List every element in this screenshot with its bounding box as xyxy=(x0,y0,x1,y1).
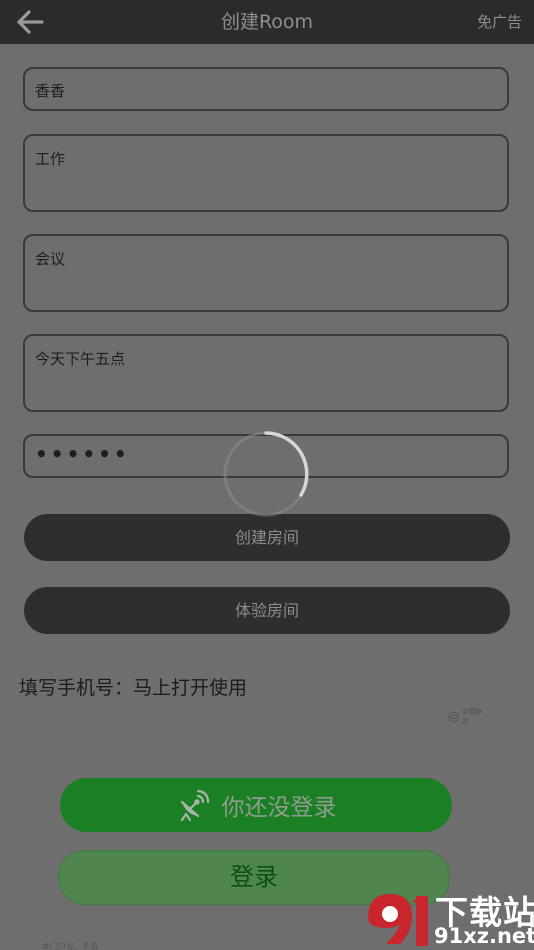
top-bar: 创建Room 免广告 xyxy=(0,0,534,44)
create-room-screen: 创建Room 免广告 香香 工作 会议 今天下午五点 •••••• 创建房间 体… xyxy=(0,0,534,950)
watermark-bottom-text: 91xz.net xyxy=(434,924,534,948)
loading-spinner-icon xyxy=(223,431,309,517)
remove-ads-button[interactable]: 免广告 xyxy=(477,0,522,44)
login-status-label: 你还没登录 xyxy=(221,795,337,821)
footer-text: 本门户号，手游 xyxy=(42,942,98,950)
login-status-button[interactable]: 你还没登录 xyxy=(60,778,452,832)
carrier-logo: 中国移动 xyxy=(448,708,488,726)
phone-hint-text: 填写手机号：马上打开使用 xyxy=(19,677,248,699)
satellite-dish-icon xyxy=(180,789,209,822)
time-field[interactable]: 今天下午五点 xyxy=(23,334,509,412)
carrier-logo-icon xyxy=(448,711,459,723)
topic-field[interactable]: 会议 xyxy=(23,234,509,312)
create-room-button[interactable]: 创建房间 xyxy=(24,514,510,561)
category-field[interactable]: 工作 xyxy=(23,134,509,212)
carrier-logo-text: 中国移动 xyxy=(461,708,483,726)
page-title: 创建Room xyxy=(220,11,314,33)
room-name-field[interactable]: 香香 xyxy=(23,67,509,111)
experience-room-button[interactable]: 体验房间 xyxy=(24,587,510,634)
